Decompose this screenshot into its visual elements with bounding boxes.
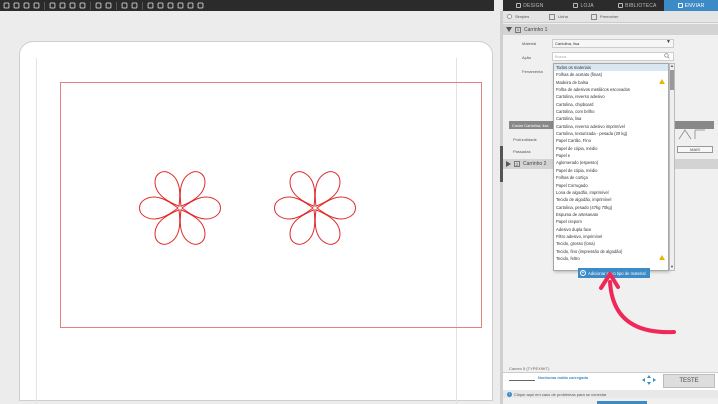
carriage-number: 1	[515, 26, 521, 33]
tab-send-label: ENVIAR	[684, 2, 705, 9]
media-indicator	[509, 380, 535, 381]
move-arrows-icon[interactable]	[642, 375, 656, 385]
mode-line[interactable]: Linha	[545, 13, 587, 20]
carriage-2-label: Carrinho 2	[523, 161, 547, 167]
material-list-item[interactable]: Aglomerado (espesso)	[554, 159, 668, 166]
material-list-item[interactable]: Lona de algodão, imprimível	[554, 189, 668, 196]
tab-library-label: BIBLIOTECA	[625, 2, 657, 9]
info-icon: i	[507, 391, 512, 397]
material-list-item[interactable]: Papel de cópia, médio	[554, 167, 668, 174]
tab-design[interactable]: DESIGN	[503, 0, 557, 11]
material-list-item[interactable]: Tecido, feltro	[554, 255, 668, 262]
dropdown-scrollbar-thumb[interactable]	[670, 70, 674, 90]
plus-icon: +	[580, 270, 586, 276]
material-list-item[interactable]: Madeira de balsa	[554, 79, 668, 86]
material-dropdown-list[interactable]: Todos os materiais Folhas de acetato (fin…	[553, 63, 669, 271]
chevron-down-icon[interactable]: ▼	[666, 39, 671, 45]
mode-fill-label: Preencher	[600, 14, 619, 19]
flower-designs[interactable]	[0, 0, 500, 404]
blade-shape-icon	[678, 129, 705, 140]
scroll-up-icon[interactable]: ▲	[670, 64, 674, 68]
material-list-item[interactable]: Cartolina, chipboard	[554, 101, 668, 108]
material-list-item[interactable]: Folha de adesivos metálicos escovados	[554, 86, 668, 93]
material-list-item[interactable]: Todos os materiais	[554, 64, 668, 72]
test-button[interactable]: TESTE	[663, 374, 715, 388]
radio-icon	[507, 14, 512, 19]
tool-label: Ferramenta	[522, 69, 543, 74]
material-list-item[interactable]: Adesivo dupla face	[554, 226, 668, 233]
material-list-item[interactable]: Tecido, grosso (lona)	[554, 240, 668, 247]
store-icon	[573, 3, 579, 8]
curved-arrow-annotation	[599, 272, 676, 335]
passes-label: Passadas	[513, 149, 531, 154]
mode-line-label: Linha	[558, 14, 568, 19]
warning-icon	[659, 79, 665, 85]
send-icon	[677, 3, 683, 8]
material-list-item[interactable]: Papel de cópia, médio	[554, 145, 668, 152]
material-list-item[interactable]: Filtro adesivo, imprimível	[554, 233, 668, 240]
more-button[interactable]: MAIS	[677, 146, 713, 153]
material-list-item[interactable]: Papel e	[554, 152, 668, 159]
machine-status: Cameo 5 (TYPEX9KT)	[509, 366, 550, 371]
action-label: Ação	[522, 55, 532, 60]
flower-petal-path[interactable]	[316, 196, 356, 220]
line-mode-icon	[549, 13, 555, 20]
material-list-item[interactable]: Papel crepom	[554, 218, 668, 225]
tab-send[interactable]: ENVIAR	[664, 0, 718, 11]
tab-design-label: DESIGN	[523, 2, 544, 9]
chevron-right-icon	[506, 161, 511, 167]
send-mode-bar: Simples Linha Preencher	[503, 11, 718, 23]
material-list-item[interactable]: Folhas de cortiça	[554, 174, 668, 181]
material-list-item[interactable]: Espuma de artesanato	[554, 211, 668, 218]
material-list-item[interactable]: Tecido, fino (impressão de algodão)	[554, 248, 668, 255]
depth-label: Profundidade	[513, 137, 537, 142]
material-list-item[interactable]: Folhas de acetato (finas)	[554, 71, 668, 78]
flower-petal-path[interactable]	[181, 196, 221, 220]
material-list-item[interactable]: Cartolina, lisa	[554, 115, 668, 122]
material-search-input[interactable]: Busca	[552, 52, 674, 61]
mode-simple[interactable]: Simples	[503, 14, 545, 19]
library-icon	[618, 3, 624, 8]
material-list-item[interactable]: Cartolina, reverso adesivo imprimível	[554, 123, 668, 130]
carriage-number: 2	[514, 161, 520, 167]
flower-petal-path[interactable]	[274, 196, 314, 220]
material-list-item[interactable]: Cartolina, reverso adesivo	[554, 93, 668, 100]
material-list-item[interactable]: Papel Corrugado	[554, 182, 668, 189]
material-list-item[interactable]: Papel Cartão, Fino	[554, 137, 668, 144]
scroll-down-icon[interactable]: ▼	[670, 265, 674, 269]
material-list-item[interactable]: Tecido de algodão, imprimível	[554, 196, 668, 203]
tab-store[interactable]: LOJA	[557, 0, 611, 11]
material-label: Material	[522, 41, 537, 46]
chevron-down-icon	[506, 27, 512, 32]
material-list-item[interactable]: Cartolina, com brilho	[554, 108, 668, 115]
help-bar[interactable]: i Clique aqui em caso de problemas para …	[503, 390, 718, 398]
tab-store-label: LOJA	[580, 2, 594, 9]
carriage-1-header[interactable]: 1 Carrinho 1	[503, 24, 718, 35]
dropdown-scrollbar[interactable]	[669, 63, 675, 271]
flower-petal-path[interactable]	[139, 196, 179, 220]
search-icon	[664, 53, 670, 59]
tab-library[interactable]: BIBLIOTECA	[611, 0, 665, 11]
material-list-item[interactable]: Cartolina, pesado (47kg 70kg)	[554, 204, 668, 211]
main-tabs: DESIGN LOJA BIBLIOTECA ENVIAR	[503, 0, 718, 11]
design-icon	[516, 3, 522, 8]
mode-simple-label: Simples	[515, 14, 530, 19]
mode-fill[interactable]: Preencher	[587, 13, 629, 20]
help-link[interactable]: Clique aqui em caso de problemas para se…	[514, 392, 607, 397]
fill-mode-icon	[591, 13, 597, 20]
material-list-item[interactable]: Cartolina, texturizada - pesada (20 kg)	[554, 130, 668, 137]
carriage-1-label: Carrinho 1	[524, 26, 548, 33]
warning-icon	[659, 255, 665, 261]
silhouette-studio-window: DESIGN LOJA BIBLIOTECA ENVIAR Simples Li…	[0, 0, 718, 404]
media-status-text: Nenhuma mídia carregada	[538, 375, 589, 380]
material-select[interactable]: Cartolina, lisa	[552, 39, 674, 48]
